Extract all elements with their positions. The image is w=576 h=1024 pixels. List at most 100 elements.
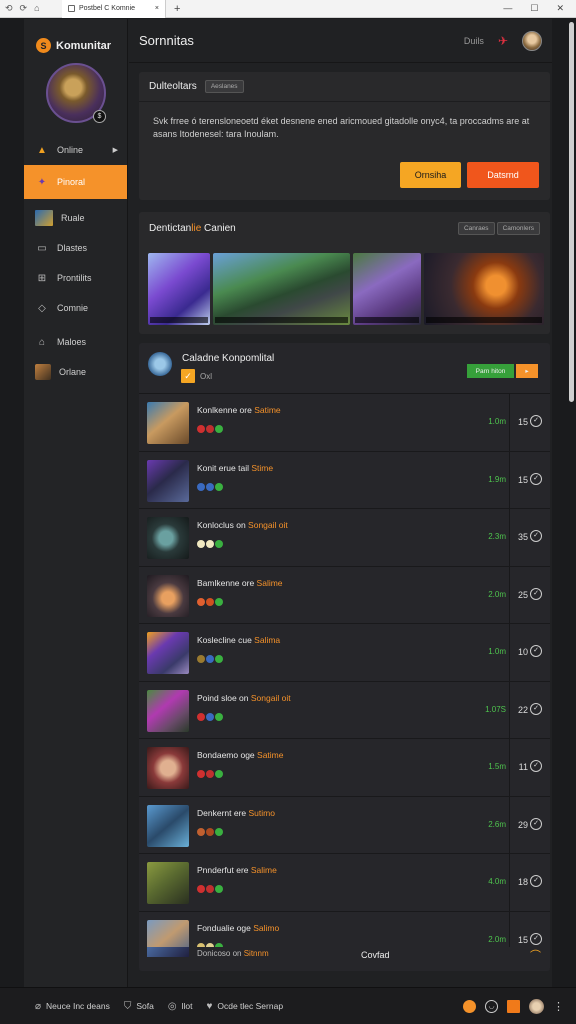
gallery-title: Dentictanlie Canien bbox=[149, 223, 236, 234]
group-icon bbox=[148, 352, 172, 376]
tray-avatar[interactable] bbox=[529, 998, 544, 1014]
green-action-button[interactable]: Parn hiton bbox=[467, 364, 514, 378]
check-circle-icon[interactable]: ✓ bbox=[530, 702, 542, 715]
check-circle-icon[interactable]: ✓ bbox=[530, 760, 542, 772]
check-circle-icon[interactable]: ✓ bbox=[530, 817, 542, 830]
row-name-hl: Salime bbox=[256, 577, 283, 588]
row-name[interactable]: Fondualie oge Salimo bbox=[197, 923, 279, 933]
row-thumbnail bbox=[147, 459, 189, 502]
taskbar-item-1[interactable]: ⌀ Neuce Inc deans bbox=[35, 1001, 110, 1012]
gallery-image-1[interactable] bbox=[148, 253, 210, 325]
table-row[interactable]: Pnnderfut ere Salime 4.0m 18 ✓ bbox=[139, 854, 550, 912]
sidebar-item-prontilits[interactable]: ⊞ Prontilits bbox=[24, 263, 127, 293]
gallery-image-3[interactable] bbox=[353, 253, 421, 325]
sidebar-item-orlane[interactable]: Orlane bbox=[24, 357, 127, 387]
gallery-caption-bar bbox=[150, 317, 208, 323]
row-name[interactable]: Pnnderfut ere Salime bbox=[197, 865, 277, 875]
close-window-icon[interactable]: ✕ bbox=[556, 3, 564, 14]
gallery-title-b: Canien bbox=[201, 222, 236, 234]
pin-icon[interactable]: ✈ bbox=[498, 34, 508, 48]
check-circle-icon[interactable]: ✓ bbox=[530, 645, 542, 657]
footer-label[interactable]: Covfad bbox=[361, 950, 390, 960]
row-name[interactable]: Bondaemo oge Satime bbox=[197, 750, 284, 760]
refresh-icon[interactable]: ⟳ bbox=[20, 3, 28, 14]
table-row[interactable]: Koslecline cue Salima 1.0m 10 ✓ bbox=[139, 624, 550, 682]
home-icon[interactable]: ⌂ bbox=[34, 3, 39, 14]
sidebar-item-maloes[interactable]: ⌂ Maloes bbox=[24, 327, 127, 357]
row-time: 1.9m bbox=[488, 474, 506, 484]
row-status-dots bbox=[197, 597, 223, 606]
taskbar-label: llot bbox=[181, 1001, 193, 1011]
back-icon[interactable]: ⟲ bbox=[5, 3, 13, 14]
table-row[interactable]: Bondaemo oge Satime 1.5m 11 ✓ bbox=[139, 739, 550, 797]
taskbar-label: Neuce Inc deans bbox=[46, 1001, 110, 1011]
orange-action-button[interactable]: ▸ bbox=[516, 364, 538, 378]
check-circle-icon[interactable]: ✓ bbox=[530, 472, 542, 485]
table-row[interactable]: Konloclus on Songail oit 2.3m 35 ✓ bbox=[139, 509, 550, 567]
row-thumbnail bbox=[147, 517, 189, 559]
table-row[interactable]: Konit erue tail Stime 1.9m 15 ✓ bbox=[139, 451, 550, 509]
row-status-dots bbox=[197, 425, 223, 433]
row-name[interactable]: Poind sloe on Songail oit bbox=[197, 693, 291, 703]
checkbox-icon[interactable]: ✓ bbox=[181, 369, 195, 383]
gallery-chip-2[interactable]: Camonlers bbox=[496, 221, 540, 235]
gallery-image-4[interactable] bbox=[424, 253, 544, 325]
table-row[interactable]: Denkernt ere Sutimo 2.6m 29 ✓ bbox=[139, 796, 550, 854]
check-circle-icon[interactable]: ✓ bbox=[530, 415, 542, 427]
game-list-sub: ✓ Oxl bbox=[181, 369, 212, 383]
new-tab-icon[interactable]: + bbox=[166, 3, 188, 15]
row-name[interactable]: Bamlkenne ore Salime bbox=[197, 578, 283, 588]
shield-icon: ⛉ bbox=[123, 1000, 132, 1012]
check-circle-icon[interactable]: ✓ bbox=[530, 587, 542, 600]
row-divider bbox=[509, 854, 510, 911]
row-name-hl: Salima bbox=[254, 635, 281, 645]
app-icon[interactable] bbox=[507, 999, 520, 1013]
row-time: 1.0m bbox=[488, 417, 506, 426]
gallery-chip-1[interactable]: Canraes bbox=[457, 221, 495, 235]
check-circle-icon[interactable]: ✓ bbox=[530, 530, 542, 542]
page-scrollbar[interactable] bbox=[569, 22, 574, 402]
maximize-icon[interactable]: ☐ bbox=[530, 3, 538, 14]
check-circle-icon[interactable]: ✓ bbox=[530, 875, 542, 887]
tab-close-icon[interactable]: × bbox=[155, 5, 159, 12]
sidebar-item-online[interactable]: ▲ Online ▶ bbox=[24, 135, 127, 165]
sidebar-item-pinoral[interactable]: ✦ Pinoral bbox=[24, 165, 127, 199]
notice-chip[interactable]: Aeslanes bbox=[204, 80, 244, 93]
user-avatar[interactable] bbox=[522, 30, 542, 51]
status-icon[interactable]: ◡ bbox=[485, 999, 498, 1013]
row-name-text: Konloclus on bbox=[197, 520, 249, 530]
row-name[interactable]: Denkernt ere Sutimo bbox=[197, 808, 275, 818]
table-row[interactable]: Poind sloe on Songail oit 1.07S 22 ✓ bbox=[139, 681, 550, 739]
row-name[interactable]: Koslecline cue Salima bbox=[197, 635, 280, 645]
topbar-text[interactable]: Duils bbox=[464, 36, 484, 46]
gallery-image-2[interactable] bbox=[213, 253, 350, 325]
row-name[interactable]: Konloclus on Songail oit bbox=[197, 520, 288, 530]
secondary-button[interactable]: Datsrnd bbox=[467, 162, 539, 188]
row-name[interactable]: Konlkenne ore Satime bbox=[197, 405, 281, 415]
row-thumbnail bbox=[147, 947, 189, 957]
more-icon[interactable]: ⋮ bbox=[553, 1000, 564, 1013]
taskbar-item-3[interactable]: ◎ llot bbox=[168, 1001, 193, 1012]
notification-icon[interactable] bbox=[463, 999, 476, 1013]
table-row[interactable]: Bamlkenne ore Salime 2.0m 25 ✓ bbox=[139, 566, 550, 624]
check-circle-icon[interactable]: ✓ bbox=[530, 932, 542, 945]
taskbar-item-4[interactable]: ♥ Ocde tlec Sernap bbox=[206, 1001, 283, 1012]
sidebar-item-dlastes[interactable]: ▭ Dlastes bbox=[24, 233, 127, 263]
taskbar-label: Ocde tlec Sernap bbox=[217, 1001, 284, 1011]
row-count: 11 bbox=[518, 762, 528, 772]
status-dot-icon bbox=[215, 425, 223, 433]
minimize-icon[interactable]: — bbox=[503, 3, 512, 14]
table-row[interactable]: Konlkenne ore Satime 1.0m 15 ✓ bbox=[139, 394, 550, 452]
row-count: 25 bbox=[517, 589, 528, 600]
sidebar-item-ruale[interactable]: Ruale bbox=[24, 203, 127, 233]
row-count: 15 bbox=[517, 417, 528, 427]
brand-name: Komunitar bbox=[56, 39, 111, 52]
row-name[interactable]: Konit erue tail Stime bbox=[197, 463, 273, 473]
primary-button[interactable]: Ornsiha bbox=[400, 162, 461, 188]
brand[interactable]: S Komunitar bbox=[24, 19, 127, 59]
row-name-text: Poind sloe on bbox=[197, 692, 251, 703]
taskbar-item-2[interactable]: ⛉ Sofa bbox=[124, 1001, 154, 1012]
profile-avatar[interactable]: $ bbox=[46, 63, 106, 123]
browser-tab[interactable]: Postbel C Komnie × bbox=[62, 0, 166, 18]
sidebar-item-comnie[interactable]: ◇ Comnie bbox=[24, 293, 127, 323]
